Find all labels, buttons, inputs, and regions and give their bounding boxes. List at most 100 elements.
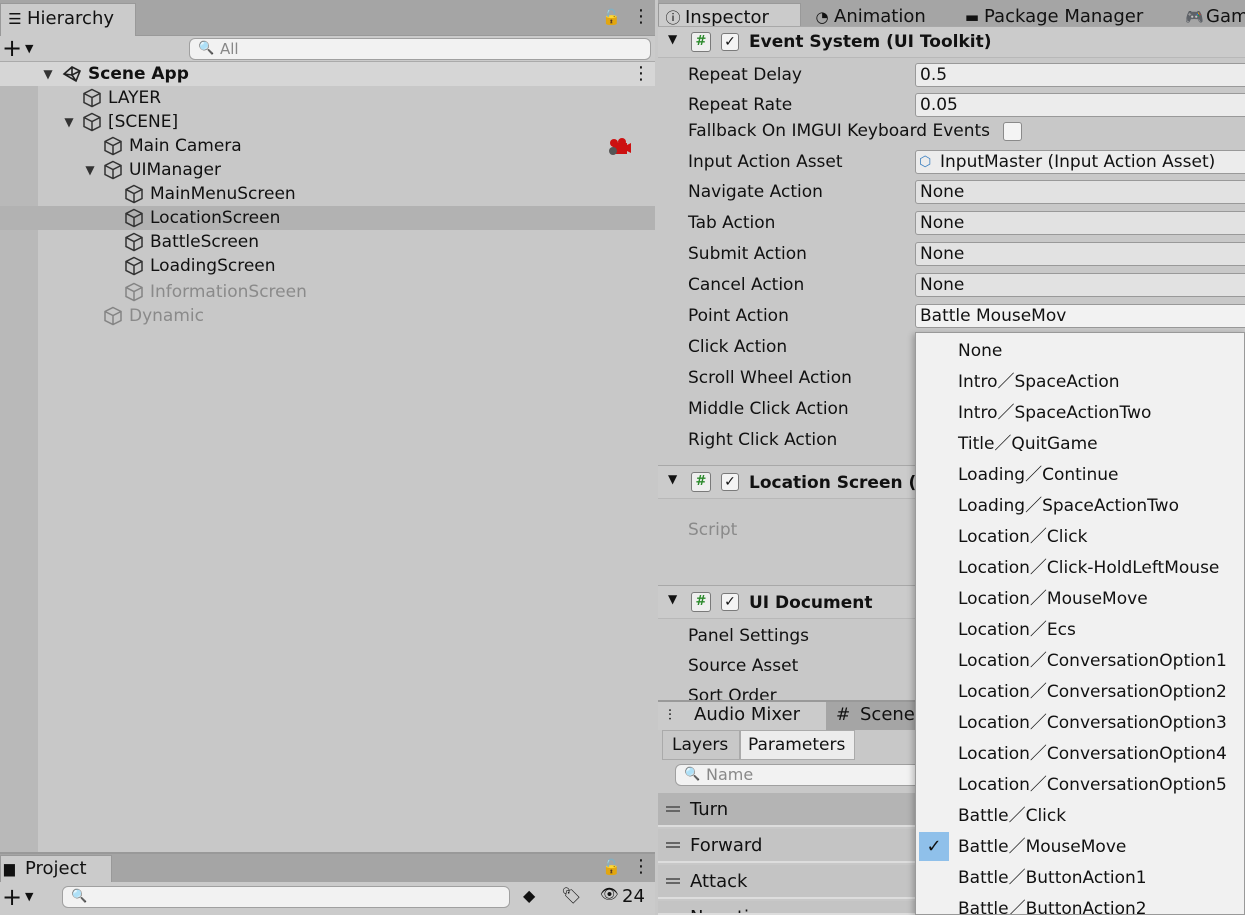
tab-label: Animation <box>834 6 926 27</box>
component-enabled-checkbox[interactable]: ✓ <box>721 473 739 491</box>
hierarchy-item-scene[interactable]: ▼ [SCENE] <box>0 110 655 134</box>
navigate-action-dropdown[interactable]: None <box>915 180 1245 204</box>
gameobject-cube-icon <box>83 88 101 108</box>
component-header-event-system[interactable]: ▼ # ✓ Event System (UI Toolkit) <box>658 26 1245 58</box>
component-title: Location Screen (S <box>749 473 929 493</box>
menu-option[interactable]: Battle／ButtonAction2 <box>916 893 1244 914</box>
subtab-layers[interactable]: Layers <box>662 730 740 760</box>
menu-option[interactable]: Location／ConversationOption3 <box>916 707 1244 738</box>
expand-arrow-icon[interactable]: ▼ <box>83 158 97 182</box>
cancel-action-dropdown[interactable]: None <box>915 273 1245 297</box>
chevron-down-icon[interactable]: ▼ <box>25 886 33 908</box>
drag-handle-icon[interactable] <box>666 842 680 848</box>
hierarchy-item-dynamic[interactable]: Dynamic <box>0 304 655 328</box>
tab-project[interactable]: ▆ Project <box>0 855 112 882</box>
foldout-arrow-icon[interactable]: ▼ <box>668 32 677 46</box>
hierarchy-item-label: [SCENE] <box>108 112 179 132</box>
drag-handle-icon[interactable] <box>666 806 680 812</box>
menu-option[interactable]: Location／ConversationOption4 <box>916 738 1244 769</box>
hierarchy-search-input[interactable]: 🔍 All <box>189 38 651 60</box>
menu-option[interactable]: Location／ConversationOption1 <box>916 645 1244 676</box>
field-label: Repeat Rate <box>688 95 793 115</box>
menu-option[interactable]: Title／QuitGame <box>916 428 1244 459</box>
tab-audio-mixer[interactable]: ⫶ Audio Mixer <box>658 702 826 730</box>
more-menu-icon[interactable]: ⋮ <box>632 856 650 877</box>
menu-option[interactable]: Intro／SpaceActionTwo <box>916 397 1244 428</box>
tab-action-dropdown[interactable]: None <box>915 211 1245 235</box>
hierarchy-item-label: LocationScreen <box>150 208 281 228</box>
gameobject-cube-icon <box>104 136 122 156</box>
gameobject-cube-icon <box>125 232 143 252</box>
fallback-imgui-checkbox[interactable] <box>1003 122 1022 141</box>
hierarchy-item-loadingscreen[interactable]: LoadingScreen <box>0 254 655 278</box>
hierarchy-item-label: UIManager <box>129 160 221 180</box>
menu-option[interactable]: Location／MouseMove <box>916 583 1244 614</box>
menu-option-label: Loading／Continue <box>958 465 1119 485</box>
point-action-dropdown[interactable]: Battle MouseMov <box>915 304 1245 328</box>
field-label: Repeat Delay <box>688 65 802 85</box>
subtab-parameters[interactable]: Parameters <box>740 730 855 760</box>
menu-option[interactable]: Loading／SpaceActionTwo <box>916 490 1244 521</box>
project-search-input[interactable]: 🔍 <box>62 886 510 908</box>
menu-option[interactable]: Location／Ecs <box>916 614 1244 645</box>
gameobject-cube-icon <box>125 282 143 302</box>
scene-row[interactable]: ▼ Scene App ⋮ <box>0 62 655 86</box>
tab-hierarchy-label: Hierarchy <box>27 8 115 29</box>
menu-option-label: Intro／SpaceActionTwo <box>958 403 1152 423</box>
camera-gizmo-icon[interactable] <box>607 136 631 158</box>
menu-option[interactable]: Intro／SpaceAction <box>916 366 1244 397</box>
hierarchy-item-main-camera[interactable]: Main Camera <box>0 134 655 158</box>
input-action-asset-field[interactable]: ⬡ InputMaster (Input Action Asset) <box>915 150 1245 174</box>
hidden-eye-icon[interactable]: 👁 <box>600 885 619 903</box>
tab-scene[interactable]: Scene <box>860 702 915 728</box>
lock-icon[interactable]: 🔓 <box>602 858 621 876</box>
foldout-arrow-icon[interactable]: ▼ <box>668 472 677 486</box>
chevron-down-icon[interactable]: ▼ <box>25 38 33 60</box>
menu-option-label: Location／ConversationOption5 <box>958 775 1227 795</box>
foldout-arrow-icon[interactable]: ▼ <box>668 592 677 606</box>
parameter-search-placeholder: Name <box>706 765 754 784</box>
repeat-rate-field[interactable]: 0.05 <box>915 93 1245 117</box>
menu-option[interactable]: Loading／Continue <box>916 459 1244 490</box>
hierarchy-item-label: Main Camera <box>129 136 242 156</box>
subtab-parameters-label: Parameters <box>748 735 846 755</box>
expand-arrow-icon[interactable]: ▼ <box>41 62 55 86</box>
menu-option[interactable]: Location／ConversationOption2 <box>916 676 1244 707</box>
param-name: Negative <box>690 906 771 913</box>
filter-type-icon[interactable]: ◆ <box>523 886 535 905</box>
component-enabled-checkbox[interactable]: ✓ <box>721 593 739 611</box>
hierarchy-item-battlescreen[interactable]: BattleScreen <box>0 230 655 254</box>
repeat-delay-field[interactable]: 0.5 <box>915 63 1245 87</box>
parameter-search-input[interactable]: 🔍 Name <box>675 764 935 786</box>
hierarchy-toolbar: + ▼ 🔍 All <box>0 34 655 62</box>
field-label: Source Asset <box>688 656 799 676</box>
hierarchy-item-locationscreen[interactable]: LocationScreen <box>0 206 655 230</box>
add-icon[interactable]: + <box>2 34 22 62</box>
search-icon: 🔍 <box>198 41 215 56</box>
lock-icon[interactable]: 🔓 <box>602 8 621 26</box>
expand-arrow-icon[interactable]: ▼ <box>62 110 76 134</box>
submit-action-dropdown[interactable]: None <box>915 242 1245 266</box>
tab-hierarchy[interactable]: ☰ Hierarchy <box>0 3 136 36</box>
hierarchy-item-uimanager[interactable]: ▼ UIManager <box>0 158 655 182</box>
hierarchy-item-layer[interactable]: LAYER <box>0 86 655 110</box>
menu-option[interactable]: None <box>916 335 1244 366</box>
tag-icon[interactable]: 🏷 <box>561 886 581 905</box>
menu-option[interactable]: Location／Click-HoldLeftMouse <box>916 552 1244 583</box>
menu-option-selected[interactable]: ✓ Battle／MouseMove <box>916 831 1244 862</box>
more-menu-icon[interactable]: ⋮ <box>632 6 650 27</box>
drag-handle-icon[interactable] <box>666 878 680 884</box>
hierarchy-item-informationscreen[interactable]: InformationScreen <box>0 280 655 304</box>
menu-option[interactable]: Battle／Click <box>916 800 1244 831</box>
component-enabled-checkbox[interactable]: ✓ <box>721 33 739 51</box>
menu-option[interactable]: Battle／ButtonAction1 <box>916 862 1244 893</box>
hierarchy-item-mainmenuscreen[interactable]: MainMenuScreen <box>0 182 655 206</box>
menu-option[interactable]: Location／Click <box>916 521 1244 552</box>
hierarchy-tabbar: ☰ Hierarchy 🔓 ⋮ <box>0 0 655 36</box>
menu-option[interactable]: Location／ConversationOption5 <box>916 769 1244 800</box>
add-icon[interactable]: + <box>2 883 22 911</box>
search-icon: 🔍 <box>71 889 88 904</box>
scene-more-icon[interactable]: ⋮ <box>632 62 650 86</box>
subtab-layers-label: Layers <box>672 735 729 755</box>
search-icon: 🔍 <box>684 767 701 782</box>
